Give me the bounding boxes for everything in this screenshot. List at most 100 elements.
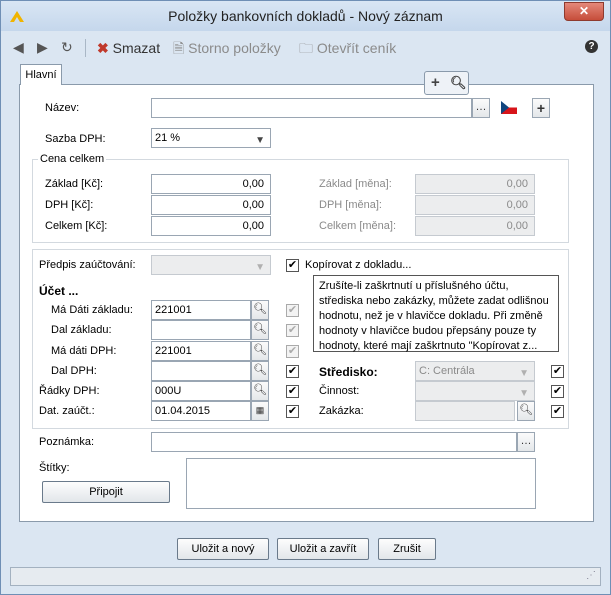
storno-label: Storno položky (188, 40, 281, 56)
md-base-search-icon[interactable]: 🔍︎ (251, 300, 269, 320)
window-title: Položky bankovních dokladů - Nový záznam (168, 8, 443, 24)
plus-icon[interactable]: + (431, 74, 440, 91)
d-vat-input[interactable] (151, 361, 251, 381)
open-pricelist-label: Otevřít ceník (316, 40, 397, 56)
vat-rows-label: Řádky DPH: (39, 385, 100, 397)
posting-date-label: Dat. zaúčt.: (39, 405, 95, 417)
refresh-icon[interactable]: ↻ (61, 39, 73, 56)
folder-icon: 🗀 (299, 40, 313, 56)
chevron-down-icon: ▼ (519, 388, 529, 399)
d-vat-label: Dal DPH: (51, 365, 97, 377)
md-base-label: Má Dáti základu: (51, 304, 133, 316)
d-base-label: Dal základu: (51, 324, 112, 336)
copy-from-doc-label: Kopírovat z dokladu... (305, 259, 412, 271)
activity-checkbox[interactable]: ✔ (551, 385, 564, 398)
save-and-new-button[interactable]: Uložit a nový (177, 538, 269, 560)
md-vat-checkbox[interactable]: ✔ (286, 345, 299, 358)
d-vat-search-icon[interactable]: 🔍︎ (251, 361, 269, 381)
posting-rule-select[interactable]: ▼ (151, 255, 271, 275)
md-vat-input[interactable]: 221001 (151, 341, 251, 361)
czech-flag-icon[interactable] (501, 101, 517, 114)
remark-browse-button[interactable]: … (517, 432, 535, 452)
total-czk-input[interactable]: 0,00 (151, 216, 271, 236)
close-button[interactable]: ✕ (564, 2, 604, 21)
add-translation-button[interactable]: + (532, 98, 550, 118)
d-base-input[interactable] (151, 320, 251, 340)
remark-label: Poznámka: (39, 436, 95, 448)
vat-rate-select[interactable]: 21 % ▼ (151, 128, 271, 148)
md-base-input[interactable]: 221001 (151, 300, 251, 320)
md-base-checkbox[interactable]: ✔ (286, 304, 299, 317)
storno-button[interactable]: 🗎 Storno položky (173, 39, 281, 57)
name-input[interactable] (151, 98, 472, 118)
document-icon: 🗎 (173, 40, 185, 56)
order-checkbox[interactable]: ✔ (551, 405, 564, 418)
help-icon[interactable]: ? (585, 40, 598, 53)
posting-date-input[interactable]: 01.04.2015 (151, 401, 251, 421)
open-pricelist-button[interactable]: 🗀 Otevřít ceník (299, 39, 396, 57)
vat-rate-label: Sazba DPH: (45, 133, 106, 145)
chevron-down-icon: ▼ (519, 368, 529, 379)
base-currency-input: 0,00 (415, 174, 535, 194)
tags-label: Štítky: (39, 462, 70, 474)
md-vat-search-icon[interactable]: 🔍︎ (251, 341, 269, 361)
vat-czk-input[interactable]: 0,00 (151, 195, 271, 215)
total-currency-label: Celkem [měna]: (319, 220, 397, 232)
account-header: Účet ... (39, 284, 79, 298)
center-value: C: Centrála (419, 365, 475, 377)
vat-rows-input[interactable]: 000U (151, 381, 251, 401)
posting-date-checkbox[interactable]: ✔ (286, 405, 299, 418)
vat-rows-checkbox[interactable]: ✔ (286, 385, 299, 398)
remark-input[interactable] (151, 432, 517, 452)
name-browse-button[interactable]: … (472, 98, 490, 118)
d-base-search-icon[interactable]: 🔍︎ (251, 320, 269, 340)
toolbar-separator (85, 39, 86, 57)
resize-grip-icon[interactable]: ⋰ (586, 570, 596, 581)
base-czk-input[interactable]: 0,00 (151, 174, 271, 194)
tab-hlavni[interactable]: Hlavní (20, 64, 62, 85)
activity-label: Činnost: (319, 385, 360, 397)
back-arrow-icon[interactable]: ◀ (13, 39, 24, 56)
vat-rate-value: 21 % (155, 132, 181, 144)
save-and-close-button[interactable]: Uložit a zavřít (277, 538, 369, 560)
center-select[interactable]: C: Centrála ▼ (415, 361, 535, 381)
copy-from-doc-checkbox[interactable]: ✔ (286, 259, 299, 272)
md-vat-label: Má dáti DPH: (51, 345, 117, 357)
delete-x-icon: ✖ (97, 40, 109, 56)
total-currency-input: 0,00 (415, 216, 535, 236)
calendar-icon[interactable]: ▦ (251, 401, 269, 421)
delete-button[interactable]: ✖ Smazat (97, 39, 160, 57)
posting-rule-label: Předpis zaúčtování: (39, 259, 136, 271)
tags-area[interactable] (186, 458, 536, 509)
delete-label: Smazat (112, 40, 161, 56)
dialog-window: Položky bankovních dokladů - Nový záznam… (0, 0, 611, 595)
vat-currency-input: 0,00 (415, 195, 535, 215)
quick-actions: + 🔍︎ (424, 71, 469, 95)
toolbar: ◀ ▶ ↻ ✖ Smazat 🗎 Storno položky 🗀 Otevří… (1, 33, 610, 61)
base-czk-label: Základ [Kč]: (45, 178, 104, 190)
cancel-button[interactable]: Zrušit (378, 538, 436, 560)
chevron-down-icon: ▼ (255, 262, 265, 273)
attach-button[interactable]: Připojit (42, 481, 170, 503)
d-vat-checkbox[interactable]: ✔ (286, 365, 299, 378)
forward-arrow-icon[interactable]: ▶ (37, 39, 48, 56)
order-label: Zakázka: (319, 405, 364, 417)
status-bar: ⋰ (10, 567, 601, 586)
order-search-icon[interactable]: 🔍︎ (517, 401, 535, 421)
activity-select[interactable]: ▼ (415, 381, 535, 401)
price-group-title: Cena celkem (38, 153, 107, 165)
chevron-down-icon: ▼ (255, 135, 265, 146)
vat-currency-label: DPH [měna]: (319, 199, 382, 211)
center-label: Středisko: (319, 365, 378, 379)
title-bar: Položky bankovních dokladů - Nový záznam… (1, 1, 610, 31)
copy-help-note: Zrušíte-li zaškrtnutí u příslušného účtu… (313, 275, 559, 352)
search-icon[interactable]: 🔍︎ (450, 75, 467, 91)
name-label: Název: (45, 102, 80, 114)
center-checkbox[interactable]: ✔ (551, 365, 564, 378)
d-base-checkbox[interactable]: ✔ (286, 324, 299, 337)
base-currency-label: Základ [měna]: (319, 178, 392, 190)
vat-rows-search-icon[interactable]: 🔍︎ (251, 381, 269, 401)
vat-czk-label: DPH [Kč]: (45, 199, 94, 211)
total-czk-label: Celkem [Kč]: (45, 220, 108, 232)
order-input[interactable] (415, 401, 515, 421)
